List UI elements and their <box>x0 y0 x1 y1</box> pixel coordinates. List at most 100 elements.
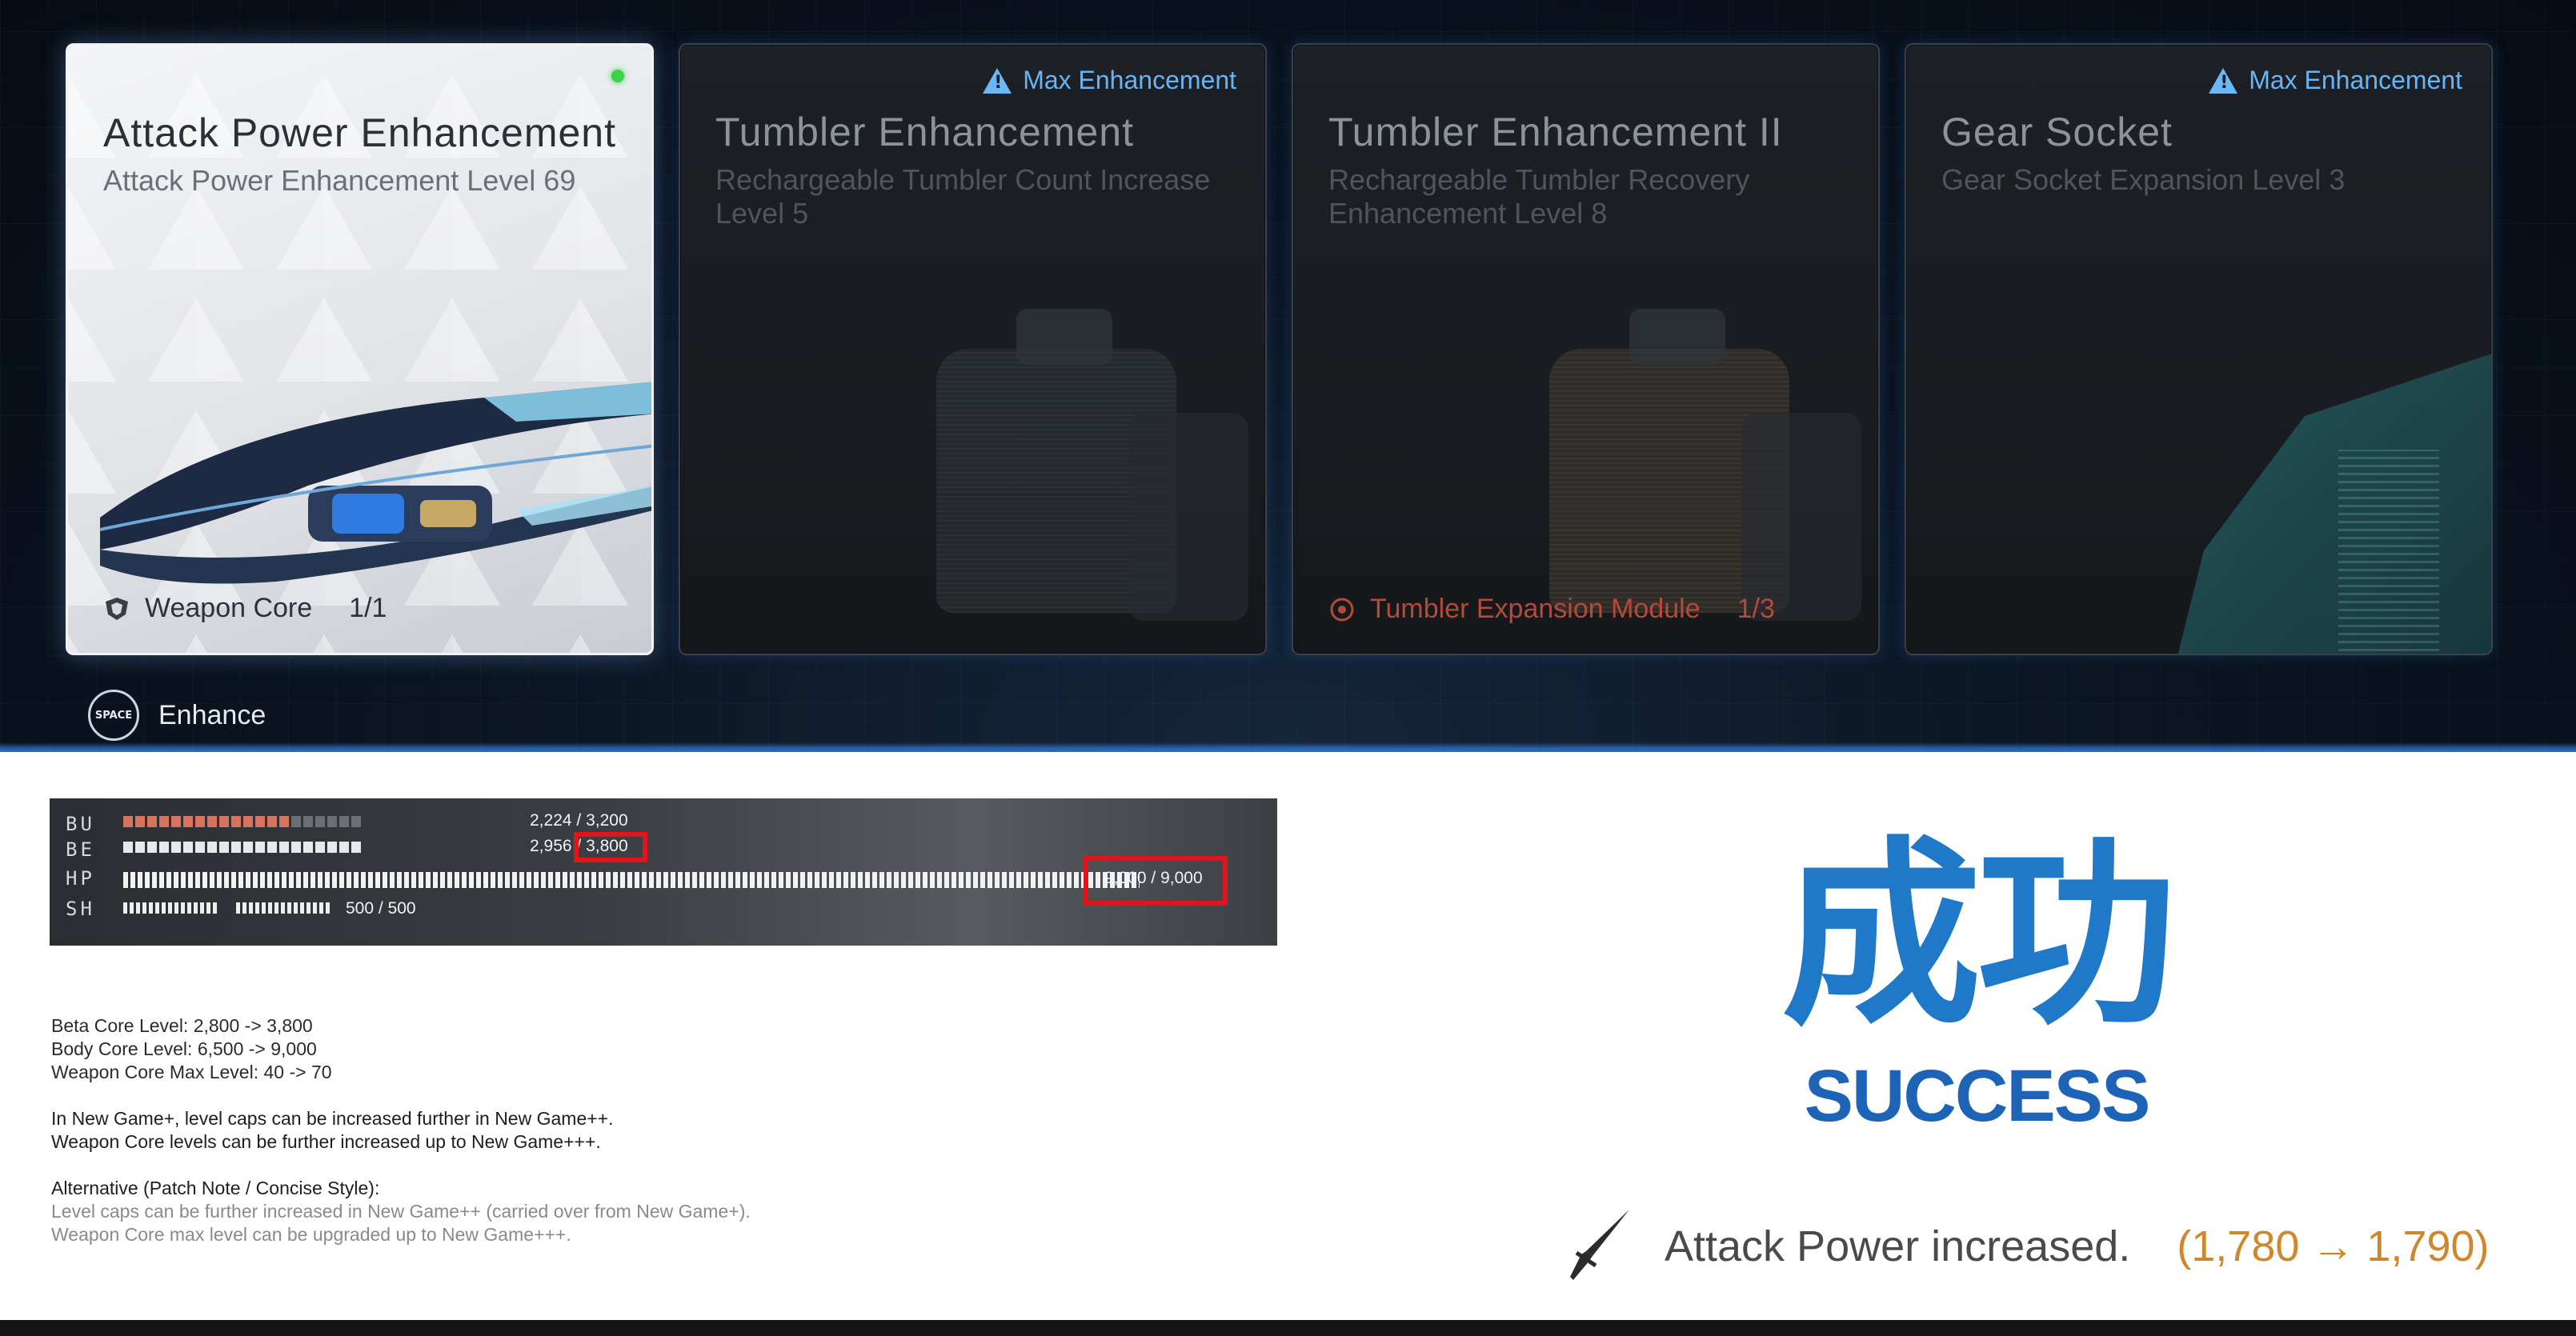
hud-label-hp: HP <box>66 867 95 890</box>
gauge-segment <box>123 816 133 827</box>
note-alt-2: Weapon Core max level can be upgraded up… <box>51 1224 571 1245</box>
result-delta: (1,780 → 1,790) <box>2177 1222 2490 1270</box>
be-max-highlight <box>574 832 647 862</box>
requirement-row: Tumbler Expansion Module 1/3 <box>1328 594 1775 625</box>
card-title: Tumbler Enhancement II <box>1328 110 1783 154</box>
gauge-segment <box>159 816 169 827</box>
requirement-name: Tumbler Expansion Module <box>1370 594 1701 624</box>
card-subtitle: Rechargeable Tumbler Recovery Enhancemen… <box>1328 163 1750 230</box>
card-subtitle: Gear Socket Expansion Level 3 <box>1941 163 2346 196</box>
card-tumbler-enhancement-ii[interactable]: Tumbler Enhancement II Rechargeable Tumb… <box>1292 43 1880 655</box>
gauge-segment <box>291 816 301 827</box>
success-title-cjk: 成功 <box>1781 819 2177 1052</box>
max-enhancement-label: Max Enhancement <box>2249 66 2462 94</box>
gauge-segment <box>219 842 229 853</box>
gauge-segment <box>255 842 265 853</box>
tumbler-cap <box>1629 309 1725 365</box>
bu-sep: / <box>576 811 582 830</box>
success-title: SUCCESS <box>1804 1055 2151 1137</box>
result-text: Attack Power increased. <box>1665 1222 2131 1270</box>
card-title: Attack Power Enhancement <box>103 110 616 155</box>
card-subtitle: Rechargeable Tumbler Count Increase Leve… <box>715 163 1211 230</box>
gauge-segment <box>255 816 265 827</box>
gear-socket-illustration <box>2170 349 2491 654</box>
enhancement-screen: Attack Power Enhancement Attack Power En… <box>0 0 2576 752</box>
gauge-segment <box>147 842 157 853</box>
gauge-segment <box>243 816 253 827</box>
gauge-segment <box>339 842 349 853</box>
gauge-segment <box>183 842 193 853</box>
status-hud: BU 2,224 / 3,200 BE 2,956 / 3,800 HP 9,0… <box>50 798 1277 946</box>
gauge-segment <box>195 842 205 853</box>
bu-max: 3,200 <box>586 811 628 830</box>
gauge-segment <box>123 842 133 853</box>
note-beta-core: Beta Core Level: 2,800 -> 3,800 <box>51 1015 313 1036</box>
hud-label-be: BE <box>66 838 95 861</box>
gauge-segment <box>351 816 361 827</box>
gauge-segment <box>171 816 181 827</box>
sh-gauge <box>123 902 332 914</box>
weapon-core-icon <box>103 595 130 622</box>
gauge-segment <box>195 816 205 827</box>
sh-value: 500 / 500 <box>346 899 416 918</box>
gauge-segment <box>279 842 289 853</box>
gauge-segment <box>219 816 229 827</box>
screen-bottom-glow <box>0 742 2576 752</box>
gauge-segment <box>267 816 277 827</box>
note-new-game: In New Game+, level caps can be increase… <box>51 1108 614 1129</box>
card-subtitle: Attack Power Enhancement Level 69 <box>103 164 576 197</box>
bottom-strip <box>0 1320 2576 1336</box>
card-attack-power[interactable]: Attack Power Enhancement Attack Power En… <box>66 43 654 655</box>
note-body-core: Body Core Level: 6,500 -> 9,000 <box>51 1038 317 1059</box>
gauge-segment <box>159 842 169 853</box>
result-message: Attack Power increased. (1,780 → 1,790) <box>1568 1206 2490 1286</box>
gauge-segment <box>279 816 289 827</box>
gauge-segment <box>243 842 253 853</box>
be-current: 2,956 <box>530 837 572 855</box>
tumbler-side <box>1741 413 1861 621</box>
card-gear-socket[interactable]: Max Enhancement Gear Socket Gear Socket … <box>1905 43 2493 655</box>
tumbler-cap <box>1016 309 1112 365</box>
weapon-illustration <box>99 382 651 584</box>
enhance-label: Enhance <box>158 699 266 730</box>
warning-icon <box>2209 67 2238 94</box>
warning-icon <box>983 67 1012 94</box>
note-alt-1: Level caps can be further increased in N… <box>51 1201 751 1222</box>
tumbler-module-icon <box>1328 596 1356 623</box>
gauge-segment <box>183 816 193 827</box>
requirement-name: Weapon Core <box>145 593 313 623</box>
requirement-count: 1/3 <box>1737 594 1775 624</box>
gauge-segment <box>303 816 313 827</box>
gauge-segment <box>315 816 325 827</box>
note-weapon-core: Weapon Core Max Level: 40 -> 70 <box>51 1062 332 1082</box>
note-weapon-core-cap: Weapon Core levels can be further increa… <box>51 1131 601 1152</box>
bu-value: 2,224 / 3,200 <box>530 811 628 830</box>
card-title: Tumbler Enhancement <box>715 110 1134 154</box>
bu-gauge <box>123 816 361 827</box>
hud-label-sh: SH <box>66 898 95 920</box>
available-indicator <box>611 70 624 82</box>
enhance-action[interactable]: SPACE Enhance <box>88 690 266 741</box>
card-tumbler-enhancement[interactable]: Max Enhancement Tumbler Enhancement Rech… <box>679 43 1267 655</box>
space-key-icon: SPACE <box>88 690 139 741</box>
sword-icon <box>1570 1210 1629 1280</box>
gauge-segment <box>171 842 181 853</box>
tumbler-side <box>1128 413 1248 621</box>
bu-current: 2,224 <box>530 811 572 830</box>
gauge-segment <box>327 842 337 853</box>
sh-current: 500 <box>346 899 375 918</box>
hud-label-bu: BU <box>66 813 95 835</box>
hp-gauge <box>123 872 1140 888</box>
hp-value-highlight <box>1084 856 1228 906</box>
gauge-segment <box>339 816 349 827</box>
gauge-segment <box>303 842 313 853</box>
note-alt-heading: Alternative (Patch Note / Concise Style)… <box>51 1178 380 1198</box>
card-title: Gear Socket <box>1941 110 2173 154</box>
gauge-segment <box>147 816 157 827</box>
max-enhancement-tag: Max Enhancement <box>983 66 1236 95</box>
gauge-segment <box>267 842 277 853</box>
patch-notes: Beta Core Level: 2,800 -> 3,800 Body Cor… <box>51 1014 751 1246</box>
gauge-segment <box>231 842 241 853</box>
sh-max: 500 <box>387 899 416 918</box>
max-enhancement-tag: Max Enhancement <box>2209 66 2462 95</box>
